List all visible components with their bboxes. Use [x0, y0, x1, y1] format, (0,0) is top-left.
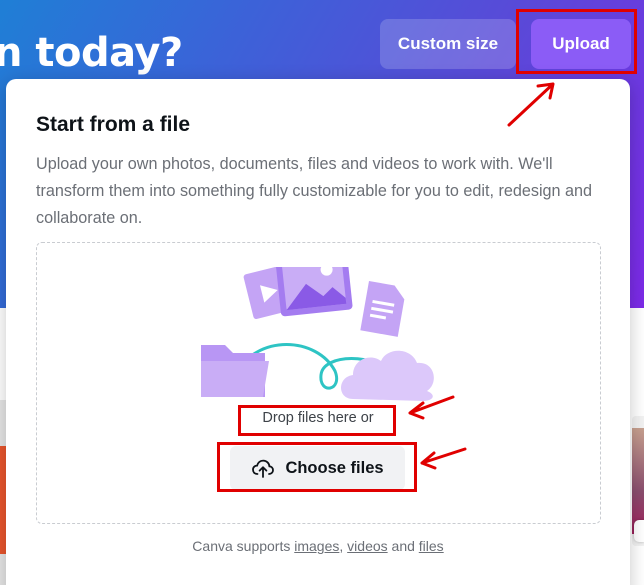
upload-illustration	[201, 267, 434, 401]
carousel-scroll-handle[interactable]	[634, 520, 644, 542]
supported-formats-text: Canva supports images, videos and files	[6, 538, 630, 554]
supports-and: and	[391, 538, 415, 554]
videos-link[interactable]: videos	[347, 538, 387, 554]
upload-button[interactable]: Upload	[531, 19, 631, 69]
upload-popup: Start from a file Upload your own photos…	[6, 79, 630, 585]
hero-title: n today?	[0, 30, 183, 76]
supports-prefix: Canva supports	[192, 538, 291, 554]
custom-size-button[interactable]: Custom size	[380, 19, 516, 69]
supports-separator: ,	[339, 538, 344, 554]
file-dropzone[interactable]: Drop files here or Choose files	[36, 242, 601, 524]
popup-title: Start from a file	[36, 113, 191, 136]
choose-files-button[interactable]: Choose files	[230, 446, 405, 490]
cloud-upload-icon	[252, 459, 275, 478]
drop-files-text: Drop files here or	[262, 410, 374, 426]
files-link[interactable]: files	[419, 538, 444, 554]
choose-files-label: Choose files	[285, 458, 384, 477]
popup-description: Upload your own photos, documents, files…	[36, 155, 593, 227]
images-link[interactable]: images	[294, 538, 339, 554]
